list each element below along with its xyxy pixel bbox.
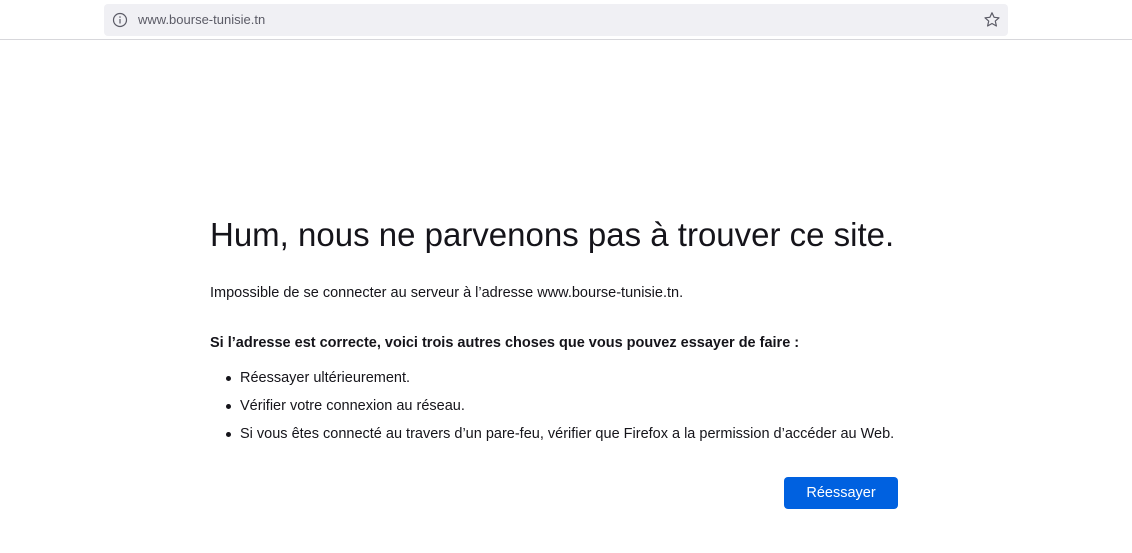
suggestions-heading: Si l’adresse est correcte, voici trois a… (210, 335, 800, 351)
retry-button[interactable]: Réessayer (784, 477, 898, 509)
error-page-content: Hum, nous ne parvenons pas à trouver ce … (210, 213, 930, 452)
address-bar[interactable]: www.bourse-tunisie.tn (104, 4, 1008, 36)
suggestions-list: Réessayer ultérieurement. Vérifier votre… (210, 368, 930, 444)
suggestion-check-firewall: Si vous êtes connecté au travers d’un pa… (226, 424, 930, 444)
suggestion-retry-later: Réessayer ultérieurement. (226, 368, 930, 388)
star-icon[interactable] (983, 11, 1001, 29)
info-icon[interactable] (112, 12, 128, 28)
suggestion-check-connection: Vérifier votre connexion au réseau. (226, 396, 930, 416)
error-title: Hum, nous ne parvenons pas à trouver ce … (210, 216, 895, 253)
url-text[interactable]: www.bourse-tunisie.tn (138, 12, 265, 28)
browser-toolbar: www.bourse-tunisie.tn (0, 0, 1132, 40)
error-description: Impossible de se connecter au serveur à … (210, 285, 684, 301)
